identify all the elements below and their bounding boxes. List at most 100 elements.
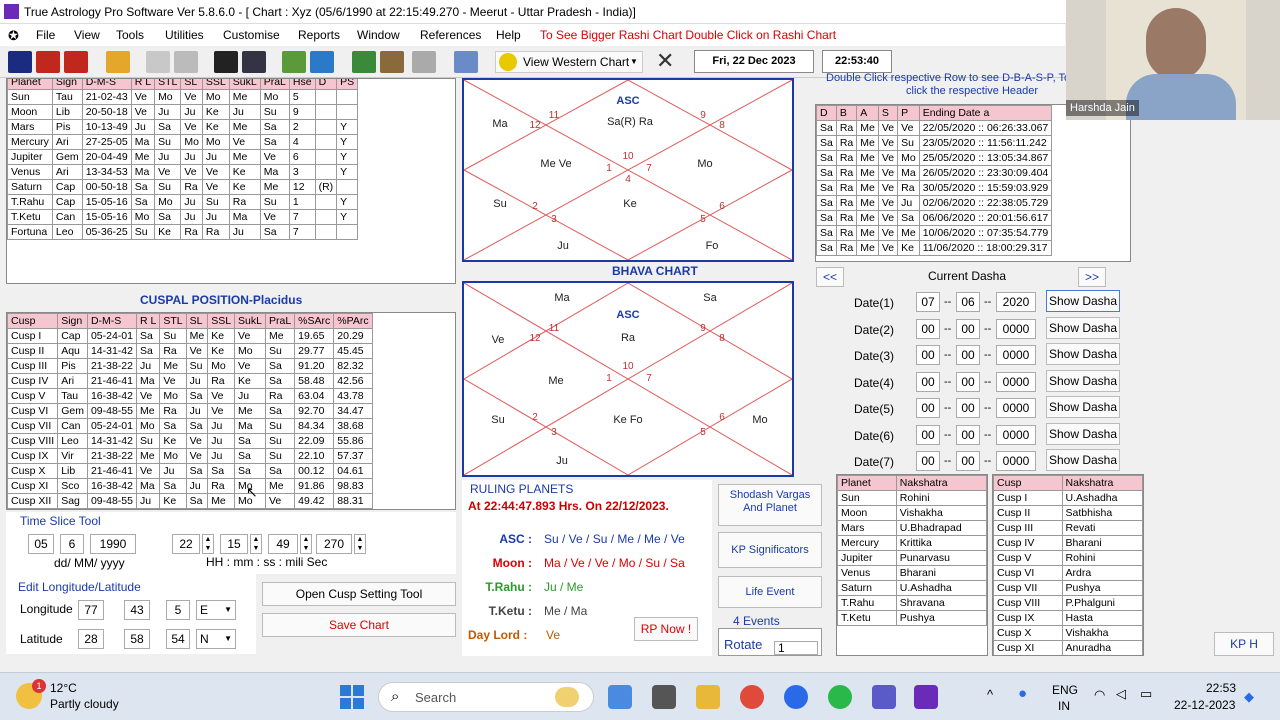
month-input[interactable]: 6 <box>60 534 84 554</box>
circle-icon[interactable] <box>242 51 266 73</box>
bhava-chart[interactable]: 10 1 7 11 12 9 8 2 3 6 5 ASC Ma Sa Ra Ve… <box>462 281 794 477</box>
menu-references[interactable]: References <box>420 28 481 42</box>
microphone-icon[interactable]: ● <box>1018 685 1027 702</box>
ms-spinner[interactable]: ▲ ▼ <box>354 534 366 554</box>
year-input[interactable]: 1990 <box>90 534 136 554</box>
tools-icon[interactable] <box>146 51 170 73</box>
task-view-icon[interactable] <box>652 685 676 709</box>
date-row-year[interactable]: 0000 <box>996 424 1036 445</box>
cuspal-table-row[interactable]: Cusp II Aqu 14-31-42 Sa Ra Ve Ke Mo Su 29.77 45.45 <box>7 343 373 359</box>
dasha-table-row[interactable]: Sa Ra Me Ve Su 23/05/2020 :: 11:56:11.242 <box>816 135 1053 151</box>
hand-icon[interactable] <box>380 51 404 73</box>
current-dasha-label[interactable]: Current Dasha <box>908 267 1026 287</box>
date-row-day[interactable]: 00 <box>916 451 940 471</box>
menu-help[interactable]: Help <box>496 28 521 42</box>
app-menu-icon[interactable]: ✪ <box>8 28 19 44</box>
file-explorer-icon[interactable] <box>696 685 720 709</box>
dasha-prev-button[interactable]: << <box>816 267 844 287</box>
stars-icon[interactable] <box>214 51 238 73</box>
minute-input[interactable]: 15 <box>220 534 248 554</box>
hour-input[interactable]: 22 <box>172 534 200 554</box>
planet-table-header-cell[interactable]: PraL <box>259 79 290 90</box>
menu-file[interactable]: File <box>36 28 55 42</box>
dasha-table-header-cell[interactable]: D <box>816 105 837 121</box>
dasha-table-row[interactable]: Sa Ra Me Ve Me 10/06/2020 :: 07:35:54.779 <box>816 225 1053 241</box>
rotate-select[interactable]: 1 <box>774 641 818 655</box>
cuspal-table-header-cell[interactable]: %SArc <box>294 313 335 329</box>
planet-table-row[interactable]: Saturn Cap 00-50-18 Sa Su Ra Ve Ke Me 12 (R) <box>7 179 359 195</box>
cuspal-table-header-cell[interactable]: D-M-S <box>86 313 137 329</box>
date-row-month[interactable]: 00 <box>956 318 980 339</box>
cuspal-table-row[interactable]: Cusp III Pis 21-38-22 Ju Me Su Mo Ve Sa 91.20 82.3… <box>7 358 373 374</box>
rashi-chart[interactable]: 10 1 7 4 11 12 9 8 2 3 6 5 ASC Sa(R) Ra … <box>462 78 794 262</box>
volume-icon[interactable]: ◁ <box>1116 686 1126 702</box>
dasha-next-button[interactable]: >> <box>1078 267 1106 287</box>
zoom-icon[interactable] <box>784 685 808 709</box>
language-secondary[interactable]: IN <box>1058 699 1070 713</box>
shodash-vargas-button[interactable]: Shodash Vargas And Planet <box>718 484 822 526</box>
show-dasha-button[interactable]: Show Dasha <box>1046 369 1120 392</box>
nakshatra-planet-header-cell[interactable]: Nakshatra <box>895 475 987 491</box>
clock-date[interactable]: 22-12-2023 <box>1174 698 1235 712</box>
edit-icon[interactable] <box>454 51 478 73</box>
second-input[interactable]: 49 <box>268 534 298 554</box>
battery-icon[interactable]: ▭ <box>1140 686 1152 702</box>
cuspal-table-row[interactable]: Cusp XII Sag 09-48-55 Ju Ke Sa Me Mo Ve 49.42 88.3… <box>7 493 373 509</box>
date-row-month[interactable]: 00 <box>956 451 980 471</box>
date-row-month[interactable]: 00 <box>956 398 980 418</box>
longitude-sec[interactable]: 5 <box>166 600 190 620</box>
ms-input[interactable]: 270 <box>316 534 352 554</box>
dasha-table-row[interactable]: Sa Ra Me Ve Ve 22/05/2020 :: 06:26:33.067 <box>816 120 1053 136</box>
date-row-day[interactable]: 00 <box>916 345 940 365</box>
show-dasha-button[interactable]: Show Dasha <box>1046 396 1120 418</box>
planet-table-row[interactable]: Sun Tau 21-02-43 Ve Mo Ve Mo Me Mo 5 <box>7 89 359 105</box>
n-icon[interactable] <box>8 51 32 73</box>
cuspal-table-header-cell[interactable]: STL <box>159 313 187 329</box>
planet-table-row[interactable]: T.Rahu Cap 15-05-16 Sa Mo Ju Su Ra Su 1 Y <box>7 194 359 210</box>
date-row-day[interactable]: 00 <box>916 424 940 445</box>
copilot-icon[interactable] <box>608 685 632 709</box>
menu-window[interactable]: Window <box>357 28 400 42</box>
cuspal-table-header-cell[interactable]: %PArc <box>333 313 373 329</box>
cuspal-table-header-cell[interactable]: Sign <box>57 313 88 329</box>
date-row-month[interactable]: 00 <box>956 345 980 365</box>
menu-tools[interactable]: Tools <box>116 28 144 42</box>
show-dasha-button[interactable]: Show Dasha <box>1046 422 1120 445</box>
date-row-month[interactable]: 00 <box>956 424 980 445</box>
cuspal-table-header-cell[interactable]: SSL <box>207 313 236 329</box>
longitude-min[interactable]: 43 <box>124 600 150 620</box>
h-icon[interactable] <box>36 51 60 73</box>
date-row-year[interactable]: 0000 <box>996 345 1036 365</box>
date-row-year[interactable]: 0000 <box>996 371 1036 392</box>
rp-now-button[interactable]: RP Now ! <box>634 617 698 641</box>
show-dasha-button[interactable]: Show Dasha <box>1046 343 1120 365</box>
date-row-month[interactable]: 06 <box>956 292 980 312</box>
menu-view[interactable]: View <box>74 28 100 42</box>
cuspal-table-header-cell[interactable]: R L <box>135 313 161 329</box>
show-dasha-button[interactable]: Show Dasha <box>1046 290 1120 312</box>
whatsapp-icon[interactable] <box>828 685 852 709</box>
dasha-table-header-cell[interactable]: S <box>877 105 899 121</box>
cuspal-table-row[interactable]: Cusp IV Ari 21-46-41 Ma Ve Ju Ra Ke Sa 58.48 42.56 <box>7 373 373 389</box>
dasha-table-header-cell[interactable]: A <box>856 105 879 121</box>
planet-table-row[interactable]: Mars Pis 10-13-49 Ju Sa Ve Ke Me Sa 2 Y <box>7 119 359 135</box>
date-row-year[interactable]: 0000 <box>996 451 1036 471</box>
language-primary[interactable]: ENG <box>1052 683 1078 697</box>
notification-bell-icon[interactable]: ◆ <box>1244 689 1254 705</box>
planet-table-header-cell[interactable]: SukL <box>228 79 261 90</box>
dasha-table-header-cell[interactable]: Ending Date a <box>918 105 1053 121</box>
planet-table-header-cell[interactable]: D-M-S <box>81 79 132 90</box>
cuspal-table-row[interactable]: Cusp VI Gem 09-48-55 Me Ra Ju Ve Me Sa 92.70 34.47 <box>7 403 373 419</box>
taskbar-search[interactable]: ⌕ Search <box>378 682 594 712</box>
cuspal-table-header-cell[interactable]: SL <box>185 313 209 329</box>
day-input[interactable]: 05 <box>28 534 54 554</box>
planet-table-header-cell[interactable]: STL <box>154 79 182 90</box>
kp-significators-button[interactable]: KP Significators <box>718 532 822 568</box>
dasha-table-row[interactable]: Sa Ra Me Ve Ma 26/05/2020 :: 23:30:09.404 <box>816 165 1053 181</box>
show-dasha-button[interactable]: Show Dasha <box>1046 449 1120 471</box>
nakshatra-planet-header-cell[interactable]: Planet <box>837 475 897 491</box>
cuspal-table-header-cell[interactable]: Cusp <box>7 313 59 329</box>
planet-table-header-cell[interactable]: Hse <box>288 79 316 90</box>
date-row-month[interactable]: 00 <box>956 371 980 392</box>
hour-spinner[interactable]: ▲ ▼ <box>202 534 214 554</box>
